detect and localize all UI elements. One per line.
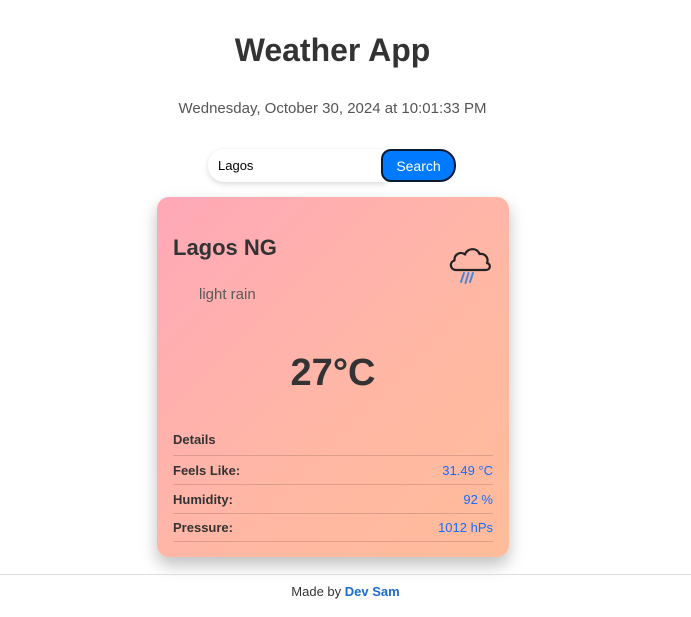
rain-cloud-icon <box>447 243 493 287</box>
details-heading: Details <box>173 432 216 447</box>
pressure-label: Pressure: <box>173 520 233 535</box>
detail-row-pressure: Pressure: 1012 hPs <box>173 513 493 542</box>
detail-row-feels-like: Feels Like: 31.49 °C <box>173 455 493 484</box>
feels-like-label: Feels Like: <box>173 462 241 478</box>
humidity-value: 92 % <box>463 491 493 507</box>
location-name: Lagos NG <box>173 235 277 260</box>
search-input[interactable] <box>208 149 386 182</box>
author-link[interactable]: Dev Sam <box>345 584 400 599</box>
page-title: Weather App <box>234 32 431 68</box>
temperature: 27°C <box>290 352 376 394</box>
details-list: Feels Like: 31.49 °C Humidity: 92 % Pres… <box>173 455 493 542</box>
search-button[interactable]: Search <box>381 149 456 182</box>
feels-like-value: 31.49 °C <box>442 462 493 478</box>
weather-condition: light rain <box>199 286 256 303</box>
search-bar: Search <box>208 149 456 182</box>
weather-card: Lagos NG light rain 27°C Details Feels L… <box>157 197 509 557</box>
detail-row-humidity: Humidity: 92 % <box>173 484 493 513</box>
footer-prefix: Made by <box>291 584 342 599</box>
pressure-value: 1012 hPs <box>438 520 493 535</box>
footer: Made by Dev Sam <box>0 574 691 600</box>
current-datetime: Wednesday, October 30, 2024 at 10:01:33 … <box>178 100 487 117</box>
humidity-label: Humidity: <box>173 491 233 507</box>
